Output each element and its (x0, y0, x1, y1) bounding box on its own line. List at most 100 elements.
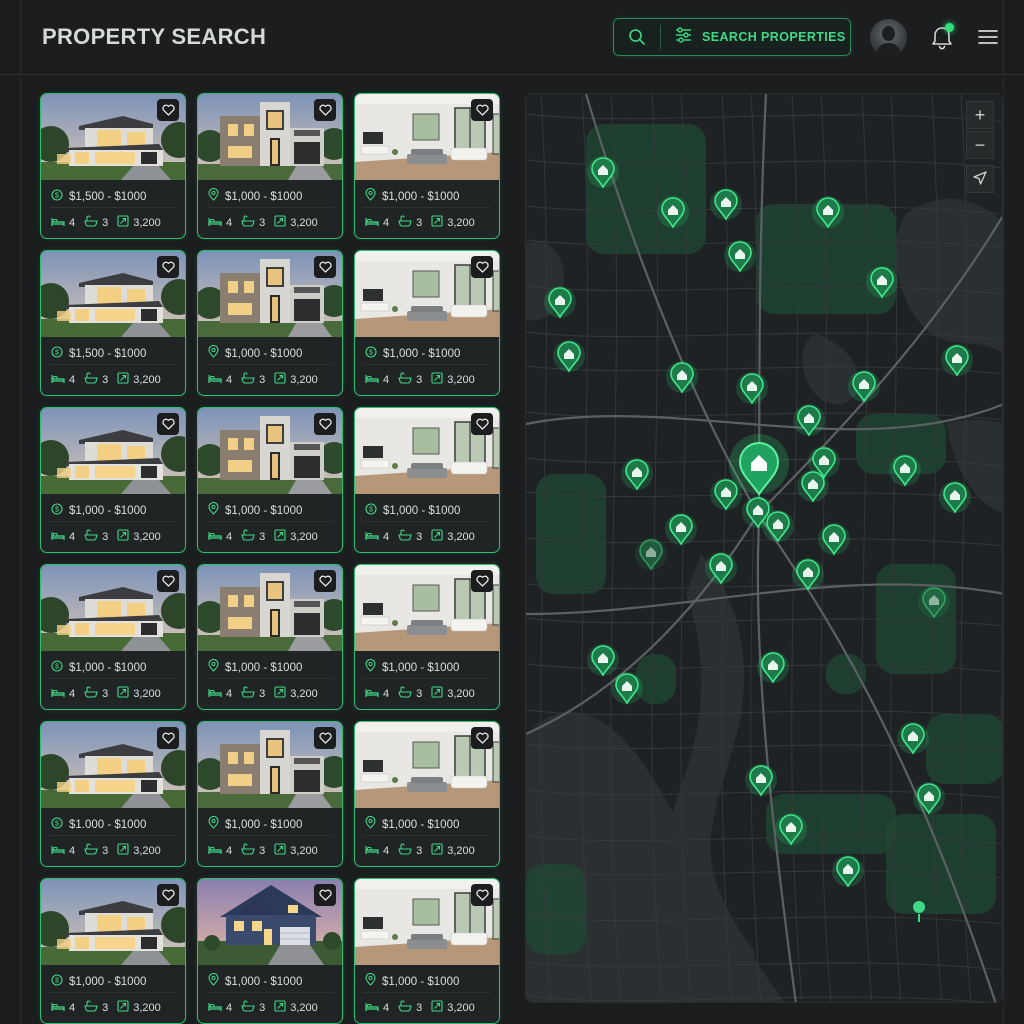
area-icon (431, 1000, 443, 1015)
baths-stat: 3 (241, 686, 265, 701)
listing-card[interactable]: $ $1,000 - $1000 4 3 3,200 (354, 407, 500, 553)
heart-icon[interactable] (314, 884, 336, 906)
heart-icon[interactable] (314, 256, 336, 278)
svg-text:$: $ (55, 193, 59, 200)
listing-card[interactable]: $ $1.000 - $1000 4 3 3,200 (40, 721, 186, 867)
listing-card[interactable]: $ $1,000 - $1000 4 3 3,200 (40, 878, 186, 1024)
area-icon (274, 843, 286, 858)
listing-price: $1,500 - $1000 (69, 191, 147, 203)
listing-price: $1,000 - $1000 (382, 191, 460, 203)
heart-icon[interactable] (471, 727, 493, 749)
listing-card[interactable]: $1,000 - $1000 4 3 3,200 (354, 93, 500, 239)
heart-icon[interactable] (314, 570, 336, 592)
listing-card[interactable]: $1,000 - $1000 4 3 3,200 (197, 721, 343, 867)
avatar-body (876, 43, 901, 56)
listing-card[interactable]: $1,000 - $1000 4 3 3,200 (354, 878, 500, 1024)
dollar-coin-icon: $ (51, 816, 63, 834)
heart-icon[interactable] (314, 413, 336, 435)
search-properties-button[interactable]: SEARCH PROPERTIES (661, 19, 850, 55)
area-value: 3,200 (447, 216, 475, 229)
heart-icon[interactable] (157, 99, 179, 121)
bathtub-icon (241, 529, 255, 544)
map-park (536, 474, 606, 594)
area-stat: 3,200 (431, 686, 475, 701)
heart-icon[interactable] (157, 727, 179, 749)
listing-card[interactable]: $1,000 - $1000 4 3 3,200 (354, 564, 500, 710)
card-divider (49, 835, 177, 836)
listing-card[interactable]: $ $1,000 - $1000 4 3 3,200 (40, 564, 186, 710)
heart-icon[interactable] (157, 570, 179, 592)
card-divider (49, 207, 177, 208)
beds-count: 4 (226, 1001, 233, 1014)
beds-stat: 4 (51, 216, 75, 230)
price-row: $ $1,500 - $1000 (51, 188, 146, 206)
beds-count: 4 (69, 844, 76, 857)
hamburger-icon[interactable] (977, 28, 999, 46)
heart-icon[interactable] (471, 570, 493, 592)
card-divider (49, 992, 177, 993)
zoom-in-button[interactable]: + (966, 101, 994, 129)
heart-icon[interactable] (471, 256, 493, 278)
listing-card[interactable]: $1,000 - $1000 4 3 3,200 (197, 407, 343, 553)
area-icon (117, 1000, 129, 1015)
bathtub-icon (241, 843, 255, 858)
listing-card[interactable]: $ $1,000 - $1000 4 3 3,200 (40, 407, 186, 553)
bed-icon (365, 844, 379, 858)
listing-card[interactable]: $ $1,000 - $1000 4 3 3,200 (354, 250, 500, 396)
listing-grid: $ $1,500 - $1000 4 3 3,200 $1,000 - $100… (40, 93, 500, 1024)
bed-icon (51, 373, 65, 387)
price-row: $1,000 - $1000 (365, 187, 460, 206)
user-avatar[interactable] (870, 19, 907, 56)
bed-icon (208, 1001, 222, 1015)
area-icon (117, 529, 129, 544)
area-stat: 3,200 (274, 215, 318, 230)
heart-icon[interactable] (314, 99, 336, 121)
app-root: PROPERTY SEARCH SEARCH PROPERTIES $ $1,5… (0, 0, 1024, 1024)
listing-card[interactable]: $1,000 - $1000 4 3 3,200 (197, 93, 343, 239)
listing-price: $1,000 - $1000 (382, 976, 460, 988)
listing-price: $1,000 - $1000 (382, 819, 460, 831)
listing-card[interactable]: $1,000 - $1000 4 3 3,200 (197, 250, 343, 396)
listing-card[interactable]: $ $1,500 - $1000 4 3 3,200 (40, 93, 186, 239)
baths-stat: 3 (84, 843, 108, 858)
heart-icon[interactable] (471, 99, 493, 121)
area-stat: 3,200 (117, 215, 161, 230)
area-value: 3,200 (133, 687, 161, 700)
area-stat: 3,200 (274, 372, 318, 387)
map-park (826, 654, 866, 694)
listing-card[interactable]: $ $1,500 - $1000 4 3 3,200 (40, 250, 186, 396)
listing-card[interactable]: $1,000 - $1000 4 3 3,200 (197, 564, 343, 710)
heart-icon[interactable] (157, 413, 179, 435)
top-bar: PROPERTY SEARCH SEARCH PROPERTIES (0, 0, 1024, 75)
listing-stats: 4 3 3,200 (51, 372, 165, 387)
location-pin-icon (365, 972, 376, 991)
beds-count: 4 (226, 844, 233, 857)
bed-icon (208, 373, 222, 387)
card-divider (206, 364, 334, 365)
area-value: 3,200 (447, 1001, 475, 1014)
listing-price: $1,000 - $1000 (382, 662, 460, 674)
beds-count: 4 (226, 530, 233, 543)
heart-icon[interactable] (157, 256, 179, 278)
property-map[interactable] (525, 93, 1003, 1003)
search-icon[interactable] (614, 19, 660, 55)
zoom-out-button[interactable]: − (966, 131, 994, 159)
heart-icon[interactable] (471, 884, 493, 906)
listing-price: $1,000 - $1000 (225, 976, 303, 988)
baths-count: 3 (259, 373, 266, 386)
baths-count: 3 (102, 216, 109, 229)
heart-icon[interactable] (471, 413, 493, 435)
listing-stats: 4 3 3,200 (208, 843, 322, 858)
map-canvas[interactable] (526, 94, 1003, 1003)
listing-card[interactable]: $1,000 - $1000 4 3 3,200 (354, 721, 500, 867)
card-divider (363, 364, 491, 365)
listing-card[interactable]: $1,000 - $1000 4 3 3,200 (197, 878, 343, 1024)
baths-stat: 3 (241, 1000, 265, 1015)
heart-icon[interactable] (157, 884, 179, 906)
search-bar[interactable]: SEARCH PROPERTIES (613, 18, 851, 56)
locate-button[interactable] (966, 165, 994, 193)
heart-icon[interactable] (314, 727, 336, 749)
baths-stat: 3 (241, 215, 265, 230)
card-divider (49, 364, 177, 365)
baths-stat: 3 (84, 215, 108, 230)
